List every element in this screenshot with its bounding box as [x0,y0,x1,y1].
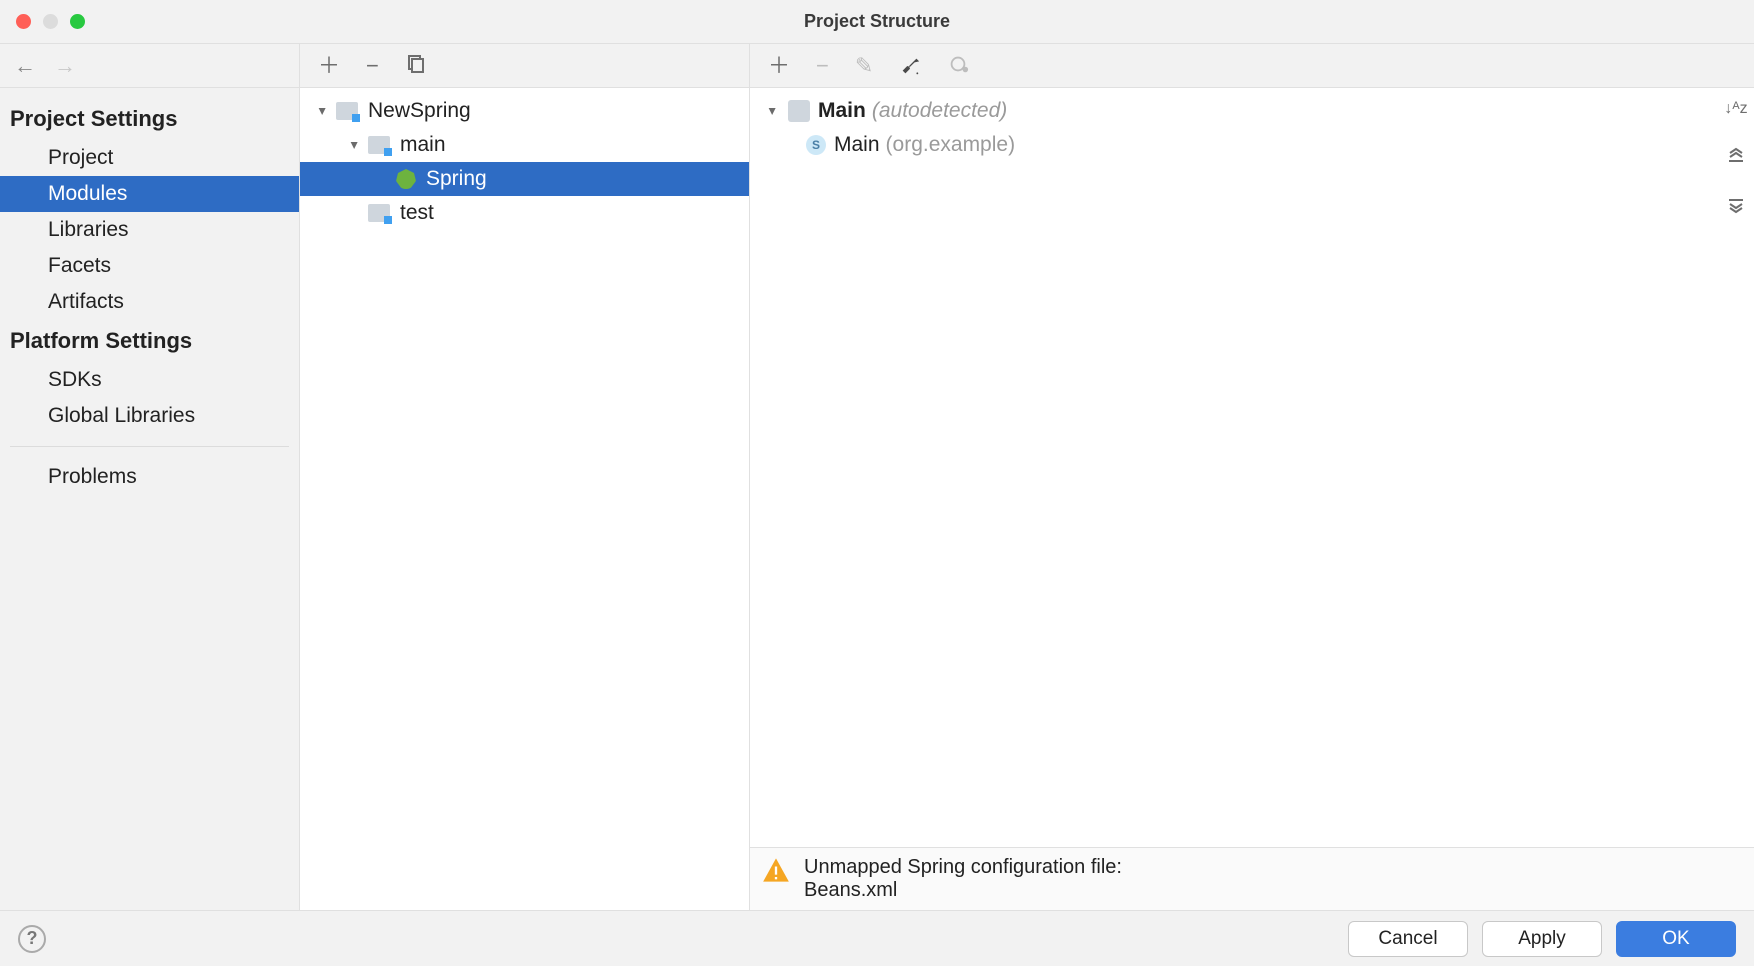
bean-name: Main [834,133,880,157]
remove-module-icon[interactable]: − [366,55,379,77]
sidebar-divider [10,446,289,447]
bean-row[interactable]: S Main (org.example) [750,128,1718,162]
context-hint: (autodetected) [872,99,1007,123]
section-platform-settings: Platform Settings [0,320,299,362]
sidebar: ← → Project Settings Project Modules Lib… [0,44,300,910]
tree-row-spring[interactable]: ▸ Spring [300,162,749,196]
modules-panel: ＋ − ▸ NewSpring ▸ main ▸ Spring [300,44,750,910]
cancel-button[interactable]: Cancel [1348,921,1468,957]
maximize-window-button[interactable] [70,14,85,29]
tree-row-main[interactable]: ▸ main [300,128,749,162]
tree-row-root[interactable]: ▸ NewSpring [300,94,749,128]
sidebar-item-sdks[interactable]: SDKs [0,362,299,398]
spring-icon [396,169,416,189]
folder-icon [336,102,358,120]
right-gutter: ↓ᴬᴢ [1718,88,1754,847]
footer: ? Cancel Apply OK [0,910,1754,966]
tree-label: test [400,201,434,225]
context-row[interactable]: ▸ Main (autodetected) [750,94,1718,128]
sidebar-item-problems[interactable]: Problems [0,459,299,495]
add-module-icon[interactable]: ＋ [318,55,340,77]
window-controls [0,14,85,29]
add-context-icon[interactable]: ＋ [768,55,790,77]
facet-panel: ＋ − ✎ ▸ Main (autodetected) S Main [750,44,1754,910]
warning-bar: Unmapped Spring configuration file: Bean… [750,847,1754,910]
titlebar: Project Structure [0,0,1754,44]
context-name: Main [818,99,866,123]
help-icon[interactable]: ? [18,925,46,953]
spring-bean-icon: S [806,135,826,155]
warning-line1: Unmapped Spring configuration file: [804,856,1122,879]
bean-package: (org.example) [886,133,1016,157]
application-context-icon [788,100,810,122]
minimize-window-button[interactable] [43,14,58,29]
sidebar-item-facets[interactable]: Facets [0,248,299,284]
ok-button[interactable]: OK [1616,921,1736,957]
warning-text: Unmapped Spring configuration file: Bean… [804,856,1122,902]
graph-icon[interactable] [947,53,969,79]
tree-label: Spring [426,167,487,191]
folder-icon [368,204,390,222]
collapse-all-icon[interactable] [1727,197,1745,220]
sort-icon[interactable]: ↓ᴬᴢ [1724,100,1747,118]
warning-line2: Beans.xml [804,879,1122,902]
folder-icon [368,136,390,154]
nav-forward-icon[interactable]: → [54,53,76,79]
nav-back-icon[interactable]: ← [14,53,36,79]
wrench-icon[interactable] [899,55,921,77]
tree-label: main [400,133,446,157]
warning-icon [762,856,790,884]
context-tree: ▸ Main (autodetected) S Main (org.exampl… [750,88,1718,847]
modules-tree: ▸ NewSpring ▸ main ▸ Spring ▸ test [300,88,749,910]
remove-context-icon[interactable]: − [816,55,829,77]
edit-context-icon[interactable]: ✎ [855,55,873,77]
tree-label: NewSpring [368,99,471,123]
sidebar-item-global-libraries[interactable]: Global Libraries [0,398,299,434]
tree-row-test[interactable]: ▸ test [300,196,749,230]
facet-toolbar: ＋ − ✎ [750,44,1754,88]
sidebar-nav: ← → [0,44,299,88]
apply-button[interactable]: Apply [1482,921,1602,957]
close-window-button[interactable] [16,14,31,29]
expand-all-icon[interactable] [1727,146,1745,169]
sidebar-item-modules[interactable]: Modules [0,176,299,212]
window-title: Project Structure [804,11,950,32]
modules-toolbar: ＋ − [300,44,749,88]
sidebar-item-project[interactable]: Project [0,140,299,176]
section-project-settings: Project Settings [0,98,299,140]
copy-module-icon[interactable] [405,54,425,78]
sidebar-item-artifacts[interactable]: Artifacts [0,284,299,320]
sidebar-item-libraries[interactable]: Libraries [0,212,299,248]
